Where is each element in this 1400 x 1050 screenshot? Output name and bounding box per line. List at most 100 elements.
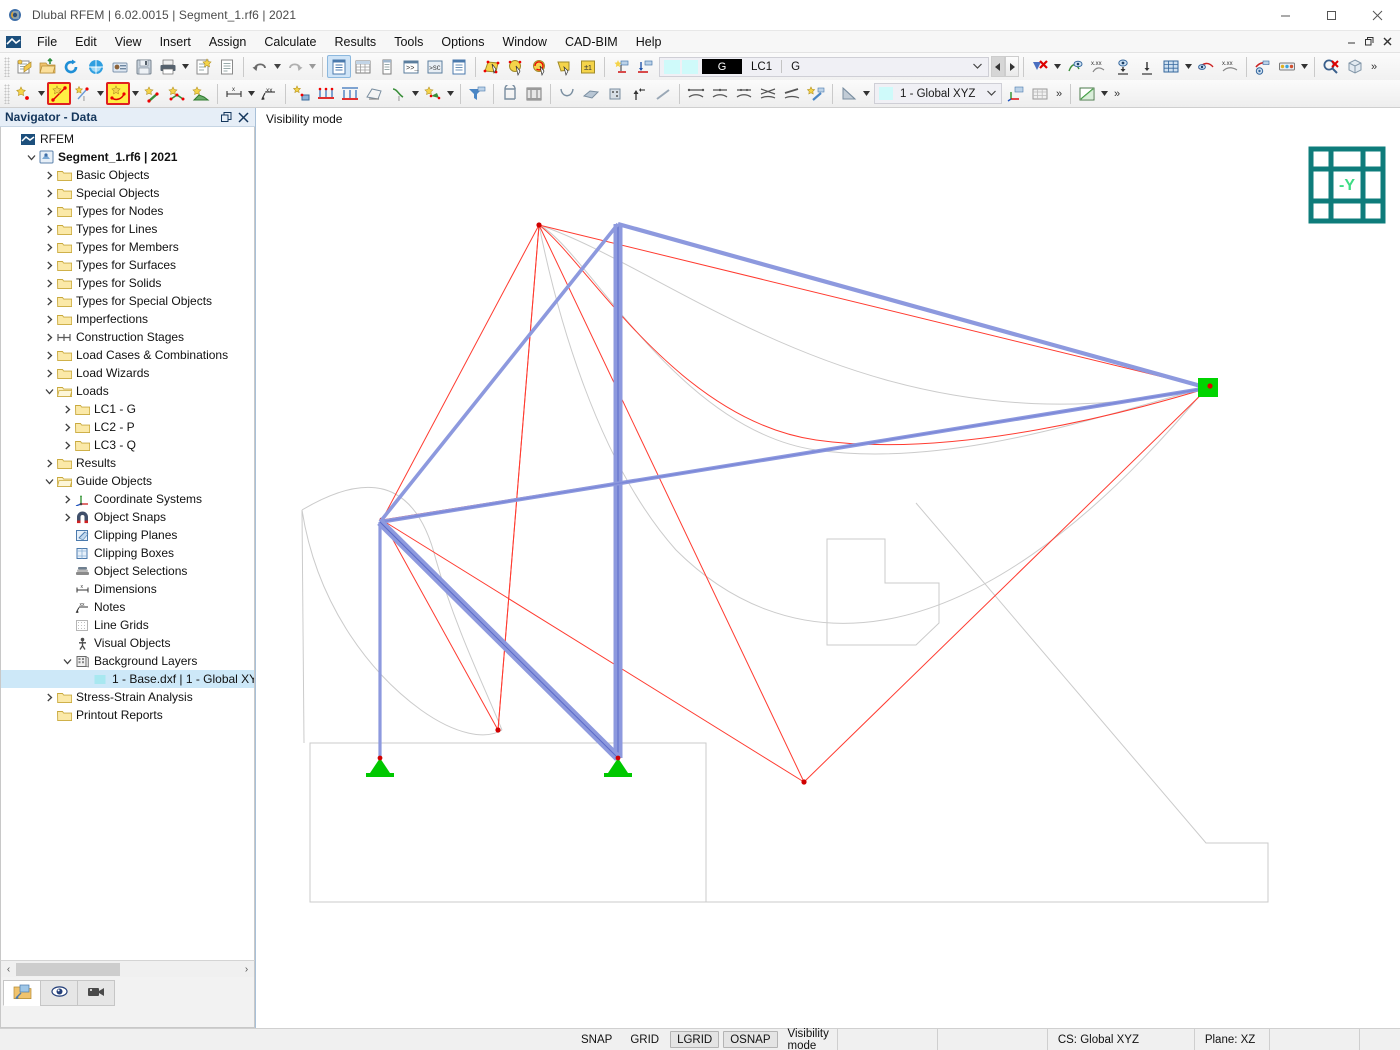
new-node-icon[interactable]	[12, 82, 36, 105]
load-case-selector[interactable]: G LC1 G	[659, 57, 989, 77]
load-distribution-4-icon[interactable]	[756, 82, 780, 105]
tree-item-types-for-lines[interactable]: Types for Lines	[1, 220, 254, 238]
document-icon[interactable]	[215, 55, 239, 78]
load-distribution-5-icon[interactable]	[780, 82, 804, 105]
tree-item-types-for-surfaces[interactable]: Types for Surfaces	[1, 256, 254, 274]
redo-icon[interactable]	[283, 55, 307, 78]
filter-icon[interactable]	[465, 82, 489, 105]
chevron-down-icon[interactable]	[43, 472, 56, 490]
load-case-next-button[interactable]	[1005, 56, 1019, 77]
navigator-tab-render[interactable]	[77, 980, 115, 1006]
new-line-arc-dropdown-icon[interactable]	[95, 82, 106, 105]
film-strip-icon[interactable]	[522, 82, 546, 105]
window-maximize-button[interactable]	[1308, 0, 1354, 31]
delete-results-icon[interactable]	[1028, 55, 1052, 78]
show-min-icon[interactable]	[1111, 55, 1135, 78]
new-model-icon[interactable]	[12, 55, 36, 78]
menu-calculate[interactable]: Calculate	[255, 32, 325, 52]
tree-item-construction-stages[interactable]: Construction Stages	[1, 328, 254, 346]
open-folder-icon[interactable]	[36, 55, 60, 78]
mdi-minimize-button[interactable]	[1342, 34, 1360, 50]
status-toggle-snap[interactable]: SNAP	[574, 1031, 619, 1048]
chevron-right-icon[interactable]	[43, 328, 56, 346]
navigator-horizontal-scrollbar[interactable]: ‹ ›	[0, 960, 255, 977]
tree-item-rfem[interactable]: RFEM	[1, 130, 254, 148]
new-line-dropdown-icon[interactable]	[36, 82, 47, 105]
result-colors-dropdown-icon[interactable]	[1299, 55, 1310, 78]
navigator-tab-views[interactable]	[40, 980, 78, 1006]
load-distribution-3-icon[interactable]	[732, 82, 756, 105]
chart-view-dropdown-icon[interactable]	[1099, 82, 1110, 105]
new-dimension-icon[interactable]: x	[222, 82, 246, 105]
deformation-shape-icon[interactable]	[555, 82, 579, 105]
print-dropdown-icon[interactable]	[180, 55, 191, 78]
tree-item-types-for-solids[interactable]: Types for Solids	[1, 274, 254, 292]
move-up-icon[interactable]	[627, 82, 651, 105]
support-top-icon[interactable]	[609, 55, 633, 78]
table-icon[interactable]	[351, 55, 375, 78]
tree-item-basic-objects[interactable]: Basic Objects	[1, 166, 254, 184]
menu-assign[interactable]: Assign	[200, 32, 256, 52]
window-close-button[interactable]	[1354, 0, 1400, 31]
chevron-right-icon[interactable]	[43, 292, 56, 310]
tree-item-notes[interactable]: xxNotes	[1, 598, 254, 616]
numeric-input-icon[interactable]: ±1	[576, 55, 600, 78]
tree-item-lc2-p[interactable]: LC2 - P	[1, 418, 254, 436]
new-support-group-icon[interactable]	[421, 82, 445, 105]
import-icon[interactable]	[84, 55, 108, 78]
tree-item-stress-strain-analysis[interactable]: Stress-Strain Analysis	[1, 688, 254, 706]
menu-view[interactable]: View	[106, 32, 151, 52]
result-settings-icon[interactable]	[1251, 55, 1275, 78]
new-coordinate-system-icon[interactable]	[1004, 82, 1028, 105]
navigator-tab-data[interactable]	[3, 980, 41, 1006]
model-info-icon[interactable]	[108, 55, 132, 78]
chevron-right-icon[interactable]	[43, 220, 56, 238]
status-toggle-lgrid[interactable]: LGRID	[670, 1031, 719, 1048]
tree-item-special-objects[interactable]: Special Objects	[1, 184, 254, 202]
chevron-right-icon[interactable]	[43, 274, 56, 292]
menu-file[interactable]: File	[28, 32, 66, 52]
toolbar-grip[interactable]	[4, 57, 10, 77]
model-canvas[interactable]: -Y	[256, 130, 1400, 1028]
tree-item-lc1-g[interactable]: LC1 - G	[1, 400, 254, 418]
redo-dropdown-icon[interactable]	[307, 55, 318, 78]
load-distribution-2-icon[interactable]	[708, 82, 732, 105]
mdi-restore-button[interactable]	[1360, 34, 1378, 50]
undo-icon[interactable]	[248, 55, 272, 78]
tree-item-imperfections[interactable]: Imperfections	[1, 310, 254, 328]
chevron-right-icon[interactable]	[43, 202, 56, 220]
menu-edit[interactable]: Edit	[66, 32, 106, 52]
tree-item-background-layers[interactable]: Background Layers	[1, 652, 254, 670]
scroll-right-button[interactable]: ›	[239, 962, 254, 977]
new-dimension-dropdown-icon[interactable]	[246, 82, 257, 105]
tree-item-clipping-planes[interactable]: Clipping Planes	[1, 526, 254, 544]
status-toggle-osnap[interactable]: OSNAP	[723, 1031, 777, 1048]
menu-tools[interactable]: Tools	[385, 32, 432, 52]
load-distribution-1-icon[interactable]	[684, 82, 708, 105]
result-diagram-icon[interactable]	[1194, 55, 1218, 78]
console-icon[interactable]: >>_	[399, 55, 423, 78]
support-bottom-icon[interactable]	[633, 55, 657, 78]
chevron-down-icon[interactable]	[43, 382, 56, 400]
section-view-icon[interactable]	[498, 82, 522, 105]
show-grid-icon[interactable]	[1159, 55, 1183, 78]
render-mode-icon[interactable]	[1343, 55, 1367, 78]
tree-item-types-for-members[interactable]: Types for Members	[1, 238, 254, 256]
select-objects-icon[interactable]	[504, 55, 528, 78]
navigator-float-button[interactable]	[219, 110, 233, 125]
undo-dropdown-icon[interactable]	[272, 55, 283, 78]
view-cube[interactable]: -Y	[1308, 146, 1386, 224]
list-icon[interactable]	[447, 55, 471, 78]
new-member-icon[interactable]	[141, 82, 165, 105]
chart-view-icon[interactable]	[1075, 82, 1099, 105]
coordinate-system-selector[interactable]: 1 - Global XYZ	[874, 83, 1002, 104]
chevron-right-icon[interactable]	[43, 166, 56, 184]
new-member-type-dropdown-icon[interactable]	[410, 82, 421, 105]
tree-item-visual-objects[interactable]: Visual Objects	[1, 634, 254, 652]
chevron-right-icon[interactable]	[43, 688, 56, 706]
chevron-down-icon[interactable]	[25, 148, 38, 166]
new-line-support-icon[interactable]	[314, 82, 338, 105]
tree-item-results[interactable]: Results	[1, 454, 254, 472]
menu-results[interactable]: Results	[326, 32, 386, 52]
new-surface-support-icon[interactable]	[362, 82, 386, 105]
